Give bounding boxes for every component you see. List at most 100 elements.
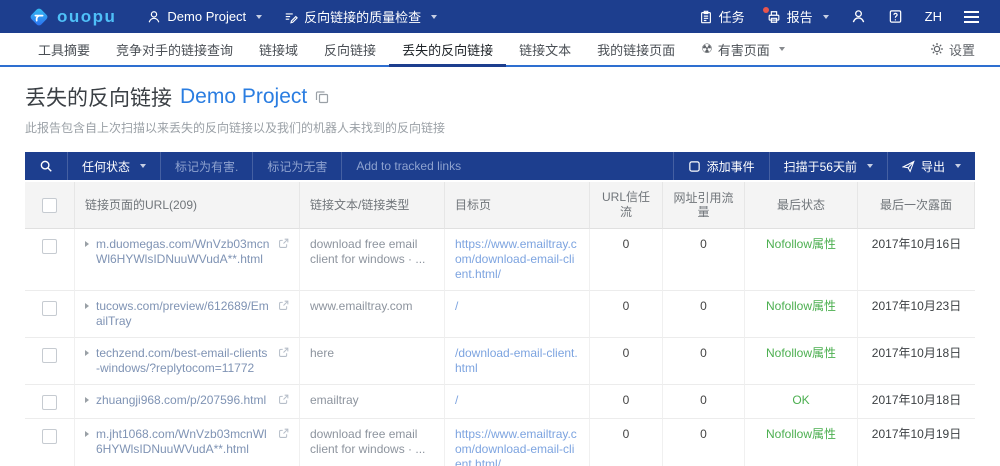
row-checkbox[interactable] bbox=[42, 429, 57, 444]
linking-page-url-link[interactable]: zhuangji968.com/p/207596.html bbox=[96, 393, 270, 408]
last-seen-date: 2017年10月18日 bbox=[858, 338, 975, 385]
status-badge: OK bbox=[792, 393, 810, 407]
last-seen-date: 2017年10月16日 bbox=[858, 229, 975, 291]
external-link-icon[interactable] bbox=[278, 394, 289, 405]
url-trust-flow-value: 0 bbox=[590, 338, 663, 385]
linking-page-url-link[interactable]: techzend.com/best-email-clients-windows/… bbox=[96, 346, 270, 376]
topbar-actions: 任务 报告 ZH bbox=[688, 0, 990, 33]
export-button[interactable]: 导出 bbox=[886, 152, 975, 180]
copy-icon[interactable] bbox=[315, 90, 329, 104]
tab-backlinks[interactable]: 反向链接 bbox=[311, 33, 389, 65]
table-row: m.jht1068.com/WnVzb03mcnWl6HYWlsIDNuuWVu… bbox=[25, 419, 975, 466]
tab-tool-summary[interactable]: 工具摘要 bbox=[25, 33, 103, 65]
external-link-icon[interactable] bbox=[278, 428, 289, 439]
logo-text: ouopu bbox=[57, 6, 117, 26]
url-trust-flow-value: 0 bbox=[590, 385, 663, 419]
tasks-label: 任务 bbox=[718, 10, 745, 25]
table-row: zhuangji968.com/p/207596.html emailtray … bbox=[25, 385, 975, 419]
anchor-text: emailtray bbox=[300, 385, 445, 419]
tab-lost-backlinks[interactable]: 丢失的反向链接 bbox=[389, 33, 507, 67]
tab-anchor-text[interactable]: 链接文本 bbox=[506, 33, 584, 65]
page-subtitle: 此报告包含自上次扫描以来丢失的反向链接以及我们的机器人未找到的反向链接 bbox=[25, 121, 446, 135]
quality-check-icon bbox=[284, 10, 299, 24]
status-badge: Nofollow属性 bbox=[765, 427, 837, 441]
table-row: techzend.com/best-email-clients-windows/… bbox=[25, 338, 975, 385]
settings-label: 设置 bbox=[948, 42, 975, 58]
last-seen-date: 2017年10月18日 bbox=[858, 385, 975, 419]
url-citation-flow-value: 0 bbox=[663, 419, 745, 466]
table-row: tucows.com/preview/612689/EmailTray www.… bbox=[25, 291, 975, 338]
target-page-link[interactable]: /download-email-client.html bbox=[455, 346, 578, 375]
project-selector[interactable]: Demo Project bbox=[136, 0, 273, 33]
external-link-icon[interactable] bbox=[278, 300, 289, 311]
add-to-tracked-button[interactable]: Add to tracked links bbox=[342, 152, 475, 180]
status-badge: Nofollow属性 bbox=[765, 346, 837, 360]
help-icon bbox=[888, 9, 903, 24]
linking-page-url-link[interactable]: m.jht1068.com/WnVzb03mcnWl6HYWlsIDNuuWVu… bbox=[96, 427, 270, 457]
project-selector-label: Demo Project bbox=[167, 9, 247, 24]
tab-harmful-pages[interactable]: ☢ 有害页面 bbox=[688, 33, 798, 65]
reports-label: 报告 bbox=[786, 10, 813, 25]
settings-button[interactable]: 设置 bbox=[930, 33, 975, 65]
mark-harmful-button[interactable]: 标记为有害. bbox=[161, 152, 254, 180]
search-button[interactable] bbox=[25, 152, 68, 180]
chevron-down-icon bbox=[866, 164, 873, 168]
tasks-button[interactable]: 任务 bbox=[688, 0, 756, 33]
url-citation-flow-value: 0 bbox=[663, 229, 745, 291]
row-checkbox[interactable] bbox=[42, 348, 57, 363]
hamburger-icon bbox=[964, 15, 979, 18]
gear-icon bbox=[930, 42, 944, 56]
expand-row-arrow[interactable] bbox=[85, 397, 89, 403]
page-title: 丢失的反向链接 Demo Project bbox=[25, 82, 975, 112]
send-icon bbox=[901, 160, 915, 173]
lost-backlinks-table: 链接页面的URL(209) 链接文本/链接类型 目标页 URL信任流 网址引用流… bbox=[25, 182, 975, 466]
header-citation-flow: 网址引用流量 bbox=[663, 182, 745, 229]
chevron-down-icon bbox=[955, 164, 961, 168]
app-logo[interactable]: ouopu bbox=[0, 6, 136, 28]
url-trust-flow-value: 0 bbox=[590, 419, 663, 466]
tool-selector[interactable]: 反向链接的质量检查 bbox=[273, 0, 448, 33]
target-page-link[interactable]: / bbox=[455, 393, 458, 407]
expand-row-arrow[interactable] bbox=[85, 303, 89, 309]
tool-selector-label: 反向链接的质量检查 bbox=[304, 10, 422, 25]
page-title-project: Demo Project bbox=[180, 85, 308, 108]
status-filter-label: 任何状态 bbox=[82, 159, 131, 174]
target-page-link[interactable]: https://www.emailtray.com/download-email… bbox=[455, 427, 577, 466]
header-last-status: 最后状态 bbox=[745, 182, 858, 229]
expand-row-arrow[interactable] bbox=[85, 241, 89, 247]
help-button[interactable] bbox=[877, 0, 914, 33]
anchor-text: download free email client for windows ·… bbox=[300, 419, 445, 466]
reports-button[interactable]: 报告 bbox=[756, 0, 840, 33]
add-event-button[interactable]: 添加事件 bbox=[672, 152, 769, 180]
expand-row-arrow[interactable] bbox=[85, 350, 89, 356]
linking-page-url-link[interactable]: tucows.com/preview/612689/EmailTray bbox=[96, 299, 270, 329]
external-link-icon[interactable] bbox=[278, 347, 289, 358]
mark-harmless-button[interactable]: 标记为无害 bbox=[253, 152, 343, 180]
tab-link-domains[interactable]: 链接域 bbox=[246, 33, 311, 65]
select-all-checkbox[interactable] bbox=[42, 197, 57, 213]
row-checkbox[interactable] bbox=[42, 301, 57, 316]
chevron-down-icon bbox=[778, 47, 785, 51]
row-checkbox[interactable] bbox=[42, 395, 57, 410]
row-checkbox[interactable] bbox=[42, 239, 57, 254]
status-filter-dropdown[interactable]: 任何状态 bbox=[68, 152, 162, 180]
report-tabs: 工具摘要 竞争对手的链接查询 链接域 反向链接 丢失的反向链接 链接文本 我的链… bbox=[0, 33, 1000, 67]
menu-button[interactable] bbox=[953, 0, 990, 33]
scan-date-dropdown[interactable]: 扫描于56天前 bbox=[768, 152, 887, 180]
search-icon bbox=[39, 159, 53, 173]
target-page-link[interactable]: / bbox=[455, 299, 458, 313]
expand-row-arrow[interactable] bbox=[85, 431, 89, 437]
tab-competitor-links[interactable]: 竞争对手的链接查询 bbox=[103, 33, 246, 65]
status-badge: Nofollow属性 bbox=[765, 237, 837, 251]
table-header-row: 链接页面的URL(209) 链接文本/链接类型 目标页 URL信任流 网址引用流… bbox=[25, 182, 975, 229]
linking-page-url-link[interactable]: m.duomegas.com/WnVzb03mcnWl6HYWlsIDNuuWV… bbox=[96, 237, 270, 267]
language-button[interactable]: ZH bbox=[914, 0, 953, 33]
anchor-text: download free email client for windows ·… bbox=[300, 229, 445, 291]
external-link-icon[interactable] bbox=[278, 238, 289, 249]
tab-my-link-pages[interactable]: 我的链接页面 bbox=[584, 33, 688, 65]
target-page-link[interactable]: https://www.emailtray.com/download-email… bbox=[455, 237, 577, 281]
page-title-text: 丢失的反向链接 bbox=[25, 87, 172, 110]
account-button[interactable] bbox=[840, 0, 877, 33]
add-event-icon bbox=[688, 160, 701, 173]
top-navbar: ouopu Demo Project 反向链接的质量检查 任务 报告 ZH bbox=[0, 0, 1000, 33]
